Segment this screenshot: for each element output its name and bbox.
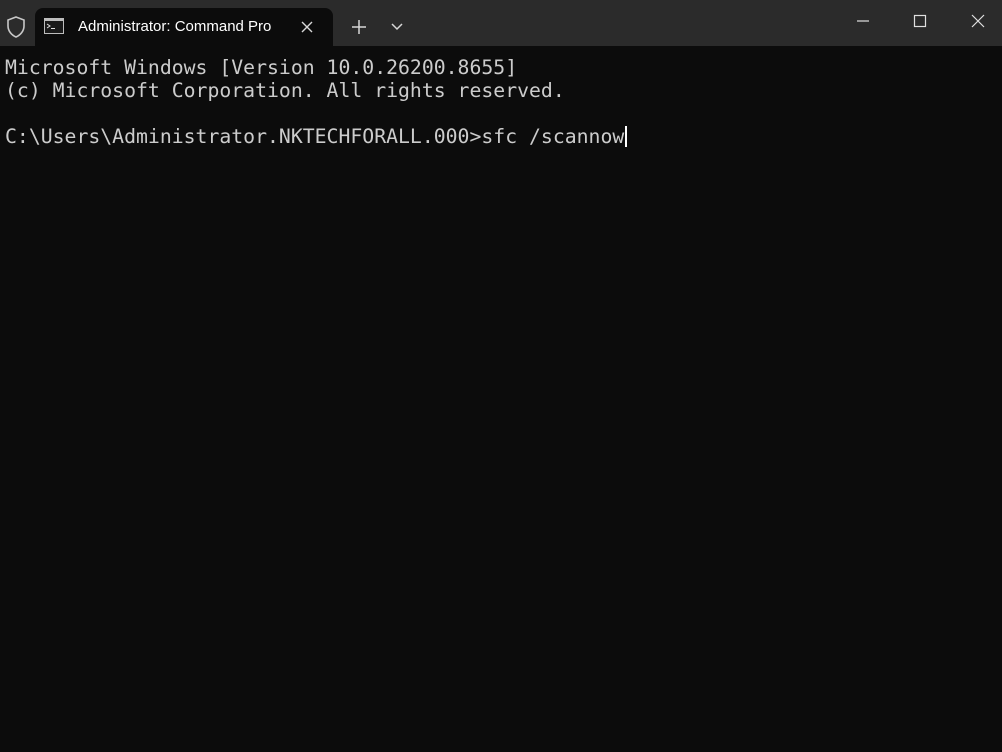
maximize-icon [913,14,927,28]
command-text: C:\Users\Administrator.NKTECHFORALL.000>… [5,125,625,148]
chevron-down-icon[interactable] [390,20,404,34]
command-line[interactable]: C:\Users\Administrator.NKTECHFORALL.000>… [5,125,1002,148]
plus-icon[interactable] [350,18,368,36]
minimize-button[interactable] [840,0,886,42]
tab-command-prompt[interactable]: Administrator: Command Pro [35,8,333,46]
console-line: (c) Microsoft Corporation. All rights re… [5,79,565,102]
tab-title: Administrator: Command Pro [78,18,272,35]
title-bar[interactable]: Administrator: Command Pro [0,0,1002,46]
close-button[interactable] [955,0,1001,42]
close-icon[interactable] [298,18,316,36]
shield-icon [4,15,28,39]
console-line: Microsoft Windows [Version 10.0.26200.86… [5,56,518,79]
terminal-window: Administrator: Command Pro Microsoft Win… [0,0,1002,752]
command-prompt-icon [44,18,64,34]
maximize-button[interactable] [897,0,943,42]
text-cursor [625,126,628,147]
minimize-icon [857,20,869,22]
close-icon [971,14,985,28]
console-output[interactable]: Microsoft Windows [Version 10.0.26200.86… [0,46,1002,752]
